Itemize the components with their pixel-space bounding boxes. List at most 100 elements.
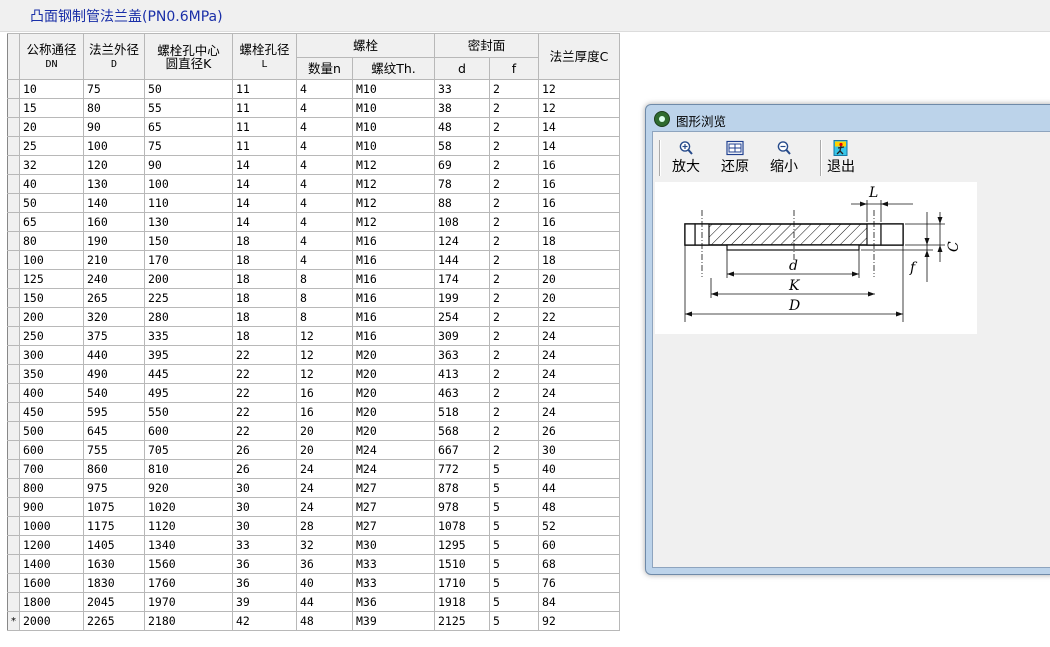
table-row[interactable]: 800 975 920 30 24 M27 878 5 44	[7, 478, 620, 498]
table-cell[interactable]: 22	[232, 364, 297, 384]
table-cell[interactable]: 1710	[434, 573, 490, 593]
table-cell[interactable]: 25	[19, 136, 84, 156]
row-selector-header[interactable]	[7, 33, 20, 80]
table-cell[interactable]: 500	[19, 421, 84, 441]
table-row[interactable]: 32 120 90 14 4 M12 69 2 16	[7, 155, 620, 175]
table-cell[interactable]: 2265	[83, 611, 145, 631]
table-cell[interactable]: 150	[144, 231, 233, 251]
table-cell[interactable]: 24	[538, 383, 620, 403]
row-selector[interactable]	[7, 136, 20, 156]
table-cell[interactable]: 78	[434, 174, 490, 194]
zoom-out-button[interactable]: 缩小	[760, 136, 808, 180]
row-selector[interactable]	[7, 98, 20, 118]
table-cell[interactable]: 110	[144, 193, 233, 213]
table-cell[interactable]: 48	[538, 497, 620, 517]
table-cell[interactable]: 1970	[144, 592, 233, 612]
table-row[interactable]: 900 1075 1020 30 24 M27 978 5 48	[7, 497, 620, 517]
table-cell[interactable]: 1560	[144, 554, 233, 574]
table-row[interactable]: 100 210 170 18 4 M16 144 2 18	[7, 250, 620, 270]
table-cell[interactable]: M33	[352, 573, 435, 593]
table-cell[interactable]: 5	[489, 573, 539, 593]
table-cell[interactable]: 568	[434, 421, 490, 441]
table-cell[interactable]: 4	[296, 117, 353, 137]
table-cell[interactable]: M20	[352, 421, 435, 441]
table-cell[interactable]: 5	[489, 554, 539, 574]
table-cell[interactable]: 2	[489, 288, 539, 308]
table-cell[interactable]: 24	[296, 459, 353, 479]
table-cell[interactable]: M16	[352, 326, 435, 346]
table-cell[interactable]: M12	[352, 174, 435, 194]
table-cell[interactable]: 33	[232, 535, 297, 555]
table-cell[interactable]: 200	[144, 269, 233, 289]
row-selector[interactable]	[7, 421, 20, 441]
table-cell[interactable]: 600	[19, 440, 84, 460]
table-cell[interactable]: 11	[232, 98, 297, 118]
table-row[interactable]: 1200 1405 1340 33 32 M30 1295 5 60	[7, 535, 620, 555]
table-cell[interactable]: 18	[232, 269, 297, 289]
table-cell[interactable]: 200	[19, 307, 84, 327]
table-cell[interactable]: 30	[232, 497, 297, 517]
table-cell[interactable]: 8	[296, 307, 353, 327]
table-cell[interactable]: 2	[489, 79, 539, 99]
table-cell[interactable]: 320	[83, 307, 145, 327]
table-cell[interactable]: 540	[83, 383, 145, 403]
table-cell[interactable]: 5	[489, 592, 539, 612]
table-cell[interactable]: 5	[489, 497, 539, 517]
table-cell[interactable]: 90	[144, 155, 233, 175]
table-cell[interactable]: M10	[352, 117, 435, 137]
table-cell[interactable]: M20	[352, 383, 435, 403]
table-cell[interactable]: 700	[19, 459, 84, 479]
table-row[interactable]: 250 375 335 18 12 M16 309 2 24	[7, 326, 620, 346]
table-cell[interactable]: 240	[83, 269, 145, 289]
row-selector[interactable]	[7, 592, 20, 612]
table-cell[interactable]: 350	[19, 364, 84, 384]
table-cell[interactable]: 978	[434, 497, 490, 517]
table-cell[interactable]: 12	[538, 98, 620, 118]
table-cell[interactable]: 250	[19, 326, 84, 346]
table-cell[interactable]: 12	[538, 79, 620, 99]
column-header-l[interactable]: 螺栓孔径 L	[232, 33, 297, 80]
row-selector[interactable]	[7, 326, 20, 346]
table-cell[interactable]: 36	[232, 573, 297, 593]
table-cell[interactable]: 12	[296, 326, 353, 346]
table-cell[interactable]: 108	[434, 212, 490, 232]
table-cell[interactable]: 4	[296, 174, 353, 194]
table-cell[interactable]: 39	[232, 592, 297, 612]
table-cell[interactable]: 84	[538, 592, 620, 612]
table-cell[interactable]: 48	[296, 611, 353, 631]
table-cell[interactable]: 595	[83, 402, 145, 422]
table-cell[interactable]: 92	[538, 611, 620, 631]
table-cell[interactable]: M24	[352, 459, 435, 479]
table-cell[interactable]: M20	[352, 364, 435, 384]
table-cell[interactable]: M33	[352, 554, 435, 574]
table-cell[interactable]: 4	[296, 212, 353, 232]
table-cell[interactable]: 20	[296, 421, 353, 441]
row-selector[interactable]	[7, 440, 20, 460]
table-cell[interactable]: M27	[352, 497, 435, 517]
table-cell[interactable]: 125	[19, 269, 84, 289]
table-cell[interactable]: 48	[434, 117, 490, 137]
table-cell[interactable]: 210	[83, 250, 145, 270]
table-row[interactable]: 1800 2045 1970 39 44 M36 1918 5 84	[7, 592, 620, 612]
table-cell[interactable]: 363	[434, 345, 490, 365]
table-cell[interactable]: 130	[83, 174, 145, 194]
table-cell[interactable]: 878	[434, 478, 490, 498]
table-cell[interactable]: 69	[434, 155, 490, 175]
table-cell[interactable]: 65	[144, 117, 233, 137]
table-cell[interactable]: 2	[489, 98, 539, 118]
table-cell[interactable]: 1630	[83, 554, 145, 574]
table-cell[interactable]: 445	[144, 364, 233, 384]
table-cell[interactable]: 40	[19, 174, 84, 194]
table-cell[interactable]: 2180	[144, 611, 233, 631]
table-cell[interactable]: 4	[296, 155, 353, 175]
table-cell[interactable]: 14	[232, 212, 297, 232]
row-selector[interactable]	[7, 535, 20, 555]
table-cell[interactable]: 5	[489, 459, 539, 479]
table-cell[interactable]: 265	[83, 288, 145, 308]
table-cell[interactable]: 300	[19, 345, 84, 365]
table-cell[interactable]: M36	[352, 592, 435, 612]
table-cell[interactable]: 1078	[434, 516, 490, 536]
table-cell[interactable]: 16	[296, 383, 353, 403]
table-cell[interactable]: 1000	[19, 516, 84, 536]
table-cell[interactable]: 100	[19, 250, 84, 270]
